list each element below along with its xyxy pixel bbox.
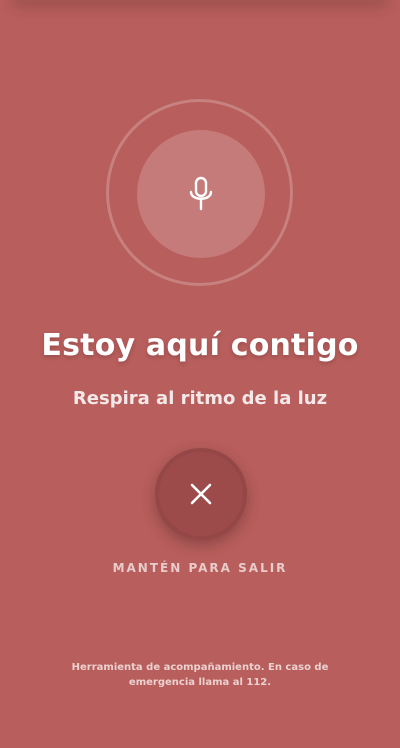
hold-to-exit-label: MANTÉN PARA SALIR xyxy=(112,561,288,575)
close-icon xyxy=(190,483,212,505)
page-title: Estoy aquí contigo xyxy=(41,328,359,363)
emergency-disclaimer: Herramienta de acompañamiento. En caso d… xyxy=(71,662,329,688)
exit-hold-button[interactable] xyxy=(155,448,247,540)
breathing-instruction: Respira al ritmo de la luz xyxy=(72,388,328,409)
microphone-icon xyxy=(189,176,213,211)
calm-screen: Estoy aquí contigo Respira al ritmo de l… xyxy=(0,0,400,748)
